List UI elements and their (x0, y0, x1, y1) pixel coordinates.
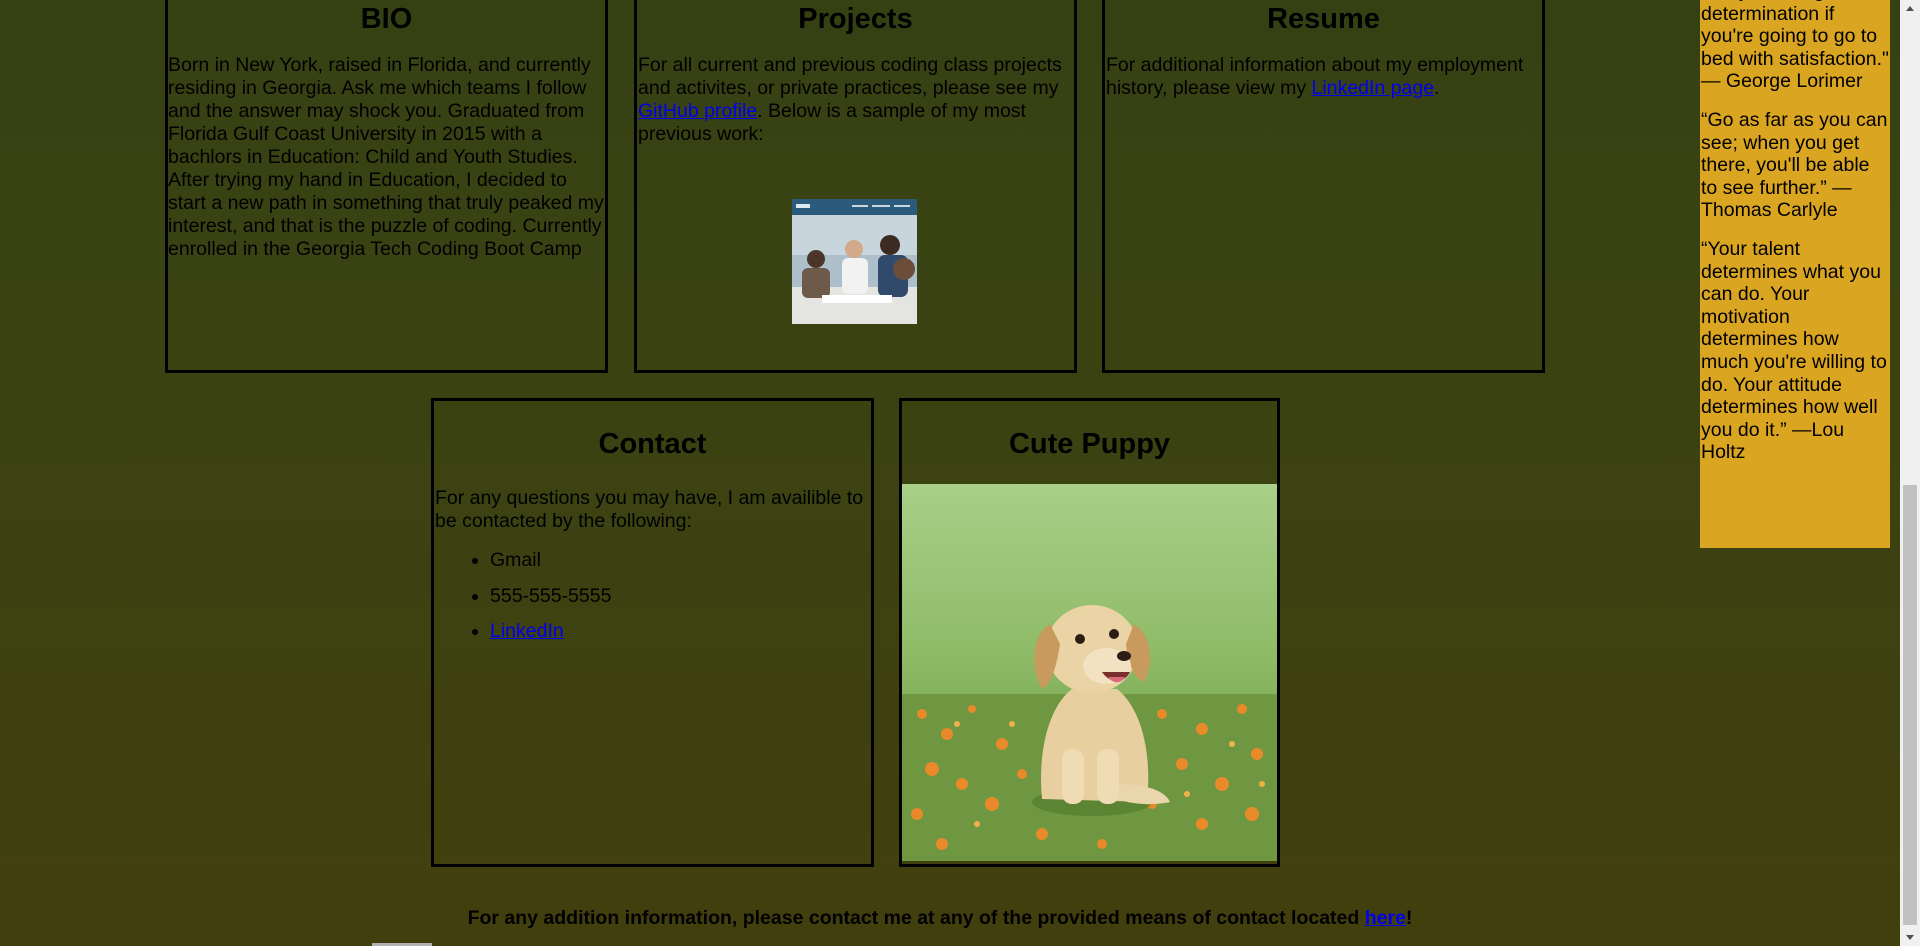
projects-title: Projects (798, 3, 913, 35)
projects-text-start: For all current and previous coding clas… (638, 54, 1062, 99)
footer: For any addition information, please con… (0, 906, 1880, 930)
footer-here-link[interactable]: here (1365, 907, 1406, 929)
resume-text-end: . (1434, 77, 1440, 99)
contact-item-linkedin: LinkedIn (490, 620, 611, 656)
quote-lou-holtz: “Your talent determines what you can do.… (1701, 237, 1887, 464)
contact-list: Gmail 555-555-5555 LinkedIn (434, 549, 611, 656)
contact-text: For any questions you may have, I am ava… (435, 487, 864, 532)
contact-item-gmail: Gmail (490, 549, 611, 585)
footer-text: For any addition information, please con… (467, 907, 1365, 929)
resume-text: For additional information about my empl… (1106, 54, 1546, 100)
page-viewport: BIO Born in New York, raised in Florida,… (0, 0, 1900, 946)
scroll-down-arrow-icon (1906, 935, 1914, 940)
bio-card: BIO Born in New York, raised in Florida,… (165, 0, 608, 373)
github-profile-link[interactable]: GitHub profile (638, 100, 757, 122)
puppy-image (902, 484, 1277, 861)
scroll-up-button[interactable] (1900, 0, 1920, 17)
project-screenshot-image[interactable] (792, 199, 917, 324)
resume-title: Resume (1267, 3, 1380, 35)
resume-card: Resume For additional information about … (1102, 0, 1545, 373)
footer-text-end: ! (1405, 907, 1413, 929)
quotes-sidebar: every morning with determination if you'… (1700, 0, 1890, 548)
scroll-up-arrow-icon (1906, 6, 1914, 11)
puppy-card: Cute Puppy (899, 398, 1280, 867)
bio-title: BIO (360, 3, 413, 35)
vertical-scrollbar[interactable] (1900, 0, 1920, 946)
contact-card: Contact For any questions you may have, … (431, 398, 874, 867)
puppy-title: Cute Puppy (1008, 428, 1171, 460)
linkedin-page-link[interactable]: LinkedIn page (1312, 77, 1435, 99)
puppy-photo-graphic (902, 484, 1277, 861)
contact-linkedin-link[interactable]: LinkedIn (490, 620, 564, 642)
projects-card: Projects For all current and previous co… (634, 0, 1077, 373)
quote-george-lorimer: every morning with determination if you'… (1701, 0, 1889, 93)
quote-thomas-carlyle: “Go as far as you can see; when you get … (1701, 108, 1888, 222)
scrollbar-thumb[interactable] (1903, 485, 1917, 925)
contact-title: Contact (598, 428, 707, 460)
contact-item-phone: 555-555-5555 (490, 585, 611, 621)
projects-text: For all current and previous coding clas… (638, 54, 1078, 146)
bio-text: Born in New York, raised in Florida, and… (168, 54, 604, 260)
project-screenshot-graphic (792, 199, 917, 324)
scroll-down-button[interactable] (1900, 929, 1920, 946)
